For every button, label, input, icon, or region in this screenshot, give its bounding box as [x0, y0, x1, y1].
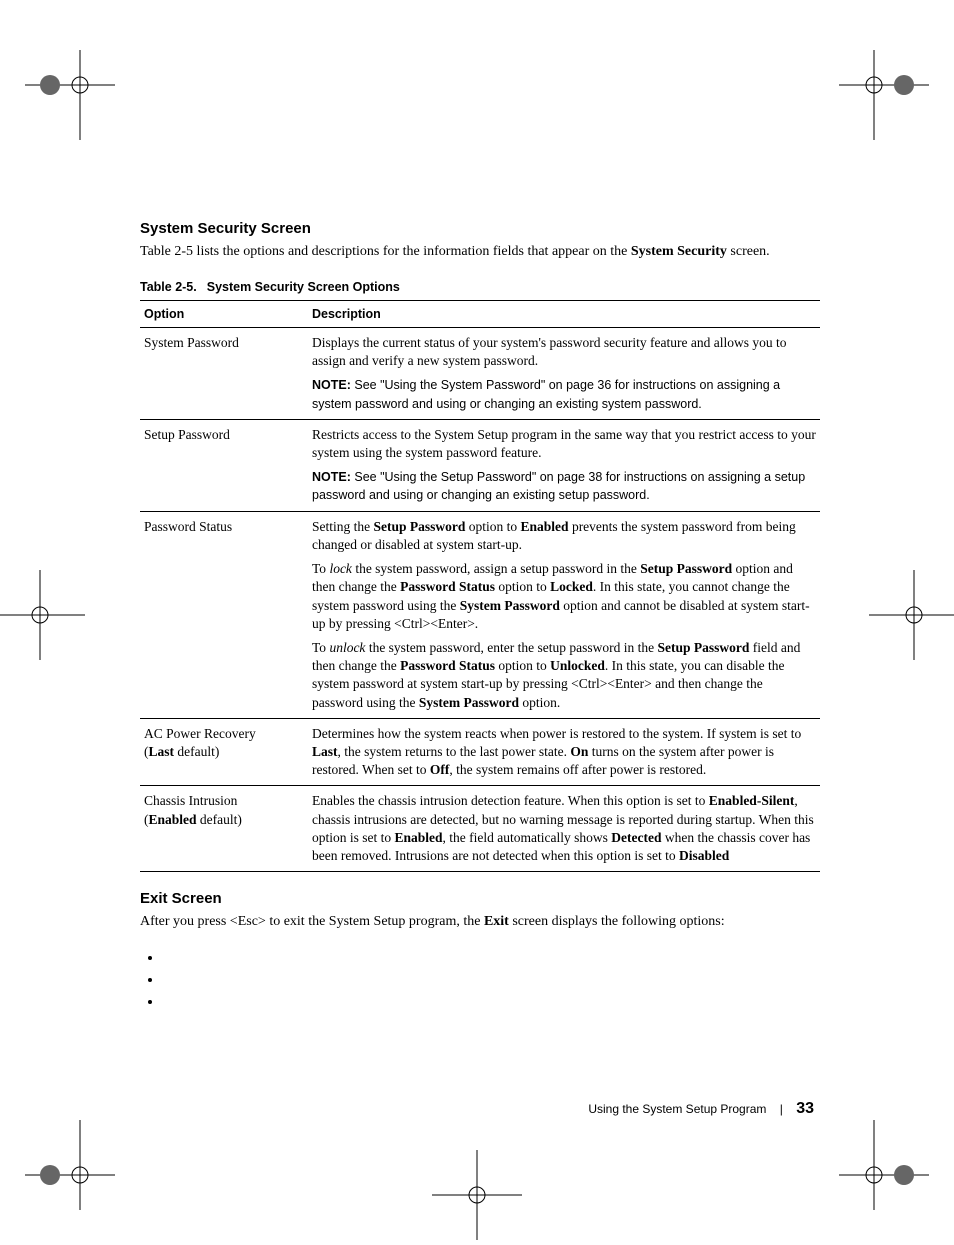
- exit-screen-heading: Exit Screen: [140, 890, 820, 907]
- desc-paragraph: Restricts access to the System Setup pro…: [312, 426, 816, 462]
- page-content: System Security Screen Table 2-5 lists t…: [140, 220, 820, 1016]
- desc-paragraph: Determines how the system reacts when po…: [312, 725, 816, 780]
- description-cell: Setting the Setup Password option to Ena…: [308, 511, 820, 718]
- table-row: AC Power Recovery (Last default) Determi…: [140, 718, 820, 786]
- table-row: Chassis Intrusion (Enabled default) Enab…: [140, 786, 820, 872]
- table-caption: Table 2-5. System Security Screen Options: [140, 280, 820, 294]
- crop-mark-mid-right: [869, 570, 954, 660]
- note-text: See "Using the System Password" on page …: [312, 378, 780, 410]
- exit-section: Exit Screen After you press <Esc> to exi…: [140, 890, 820, 1010]
- desc-paragraph: Enables the chassis intrusion detection …: [312, 792, 816, 865]
- crop-mark-top-right: [839, 50, 929, 140]
- intro-text-bold: System Security: [631, 244, 727, 259]
- note-label: NOTE:: [312, 470, 354, 484]
- desc-paragraph: Setting the Setup Password option to Ena…: [312, 518, 816, 554]
- page-number: 33: [796, 1100, 814, 1117]
- list-item: [162, 950, 820, 966]
- desc-paragraph: To lock the system password, assign a se…: [312, 560, 816, 633]
- desc-note: NOTE: See "Using the Setup Password" on …: [312, 468, 816, 504]
- intro-text-pre: Table 2-5 lists the options and descript…: [140, 244, 631, 259]
- intro-text-post: screen.: [727, 244, 770, 259]
- system-security-heading: System Security Screen: [140, 220, 820, 237]
- table-header-row: Option Description: [140, 300, 820, 327]
- description-cell: Displays the current status of your syst…: [308, 327, 820, 419]
- option-cell: Chassis Intrusion (Enabled default): [140, 786, 308, 872]
- options-table: Option Description System Password Displ…: [140, 300, 820, 872]
- crop-mark-bottom-center: [432, 1150, 522, 1240]
- col-header-description: Description: [308, 300, 820, 327]
- table-caption-label: Table 2-5.: [140, 280, 197, 294]
- crop-mark-bottom-left: [25, 1120, 115, 1210]
- desc-note: NOTE: See "Using the System Password" on…: [312, 376, 816, 412]
- footer-text: Using the System Setup Program: [588, 1102, 766, 1116]
- option-cell: Setup Password: [140, 419, 308, 511]
- crop-mark-mid-left: [0, 570, 85, 660]
- crop-mark-top-left: [25, 50, 115, 140]
- option-cell: System Password: [140, 327, 308, 419]
- system-security-intro: Table 2-5 lists the options and descript…: [140, 243, 820, 262]
- description-cell: Determines how the system reacts when po…: [308, 718, 820, 786]
- description-cell: Restricts access to the System Setup pro…: [308, 419, 820, 511]
- description-cell: Enables the chassis intrusion detection …: [308, 786, 820, 872]
- table-row: System Password Displays the current sta…: [140, 327, 820, 419]
- table-row: Password Status Setting the Setup Passwo…: [140, 511, 820, 718]
- desc-paragraph: To unlock the system password, enter the…: [312, 639, 816, 712]
- table-caption-title: System Security Screen Options: [207, 280, 400, 294]
- table-row: Setup Password Restricts access to the S…: [140, 419, 820, 511]
- option-cell: Password Status: [140, 511, 308, 718]
- option-cell: AC Power Recovery (Last default): [140, 718, 308, 786]
- desc-paragraph: Displays the current status of your syst…: [312, 334, 816, 370]
- page-footer: Using the System Setup Program | 33: [588, 1100, 814, 1118]
- crop-mark-bottom-right: [839, 1120, 929, 1210]
- list-item: [162, 972, 820, 988]
- list-item: [162, 994, 820, 1010]
- exit-screen-intro: After you press <Esc> to exit the System…: [140, 913, 820, 932]
- footer-separator: |: [780, 1102, 783, 1116]
- note-text: See "Using the Setup Password" on page 3…: [312, 470, 805, 502]
- col-header-option: Option: [140, 300, 308, 327]
- exit-options-list: [162, 950, 820, 1010]
- note-label: NOTE:: [312, 378, 354, 392]
